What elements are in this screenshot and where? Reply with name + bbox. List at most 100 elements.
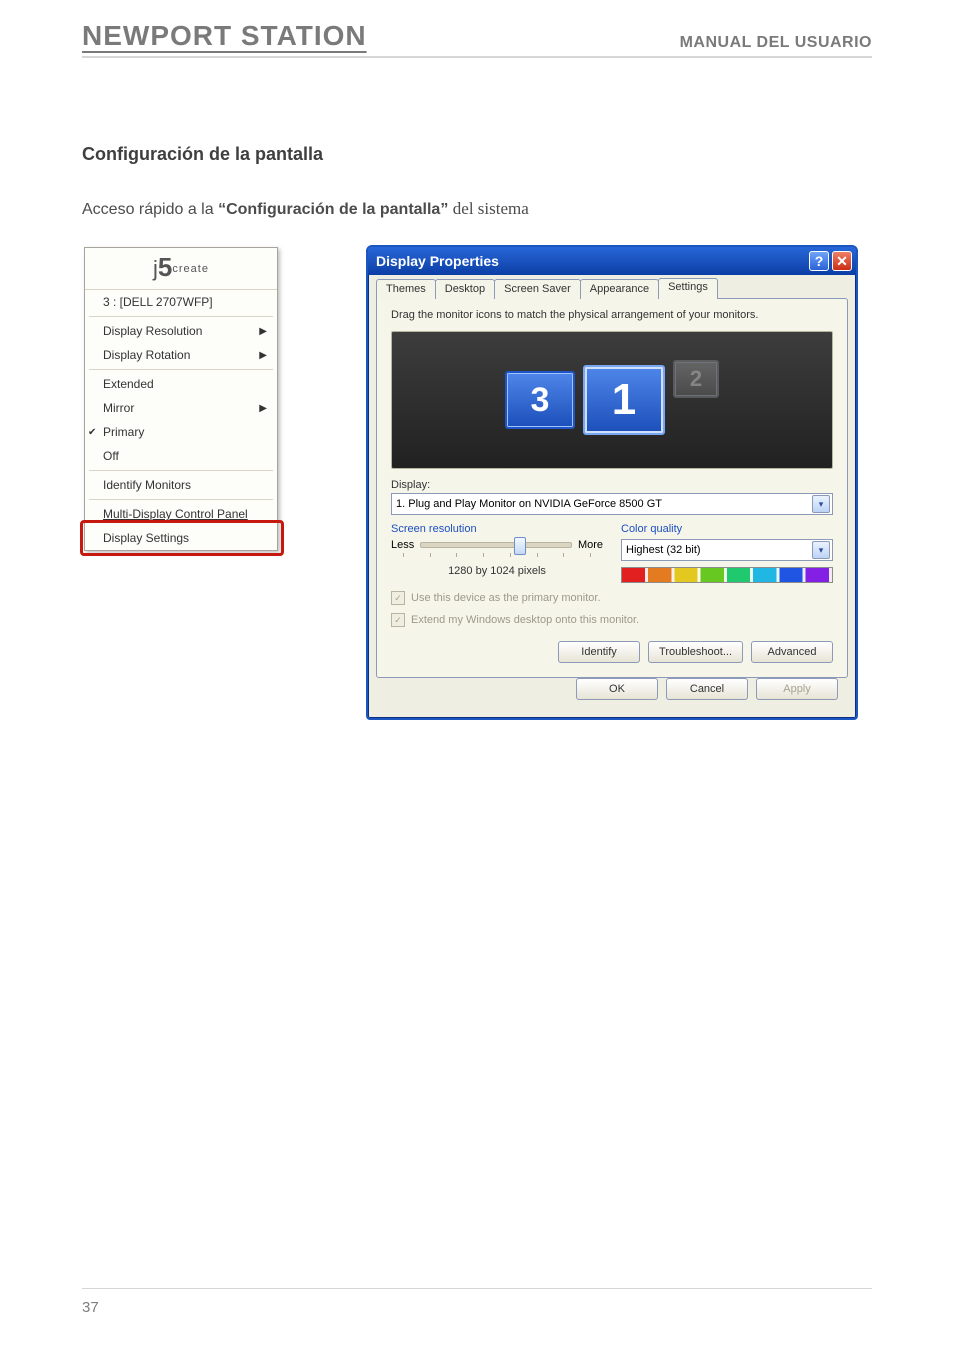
- button-label: Apply: [783, 683, 811, 695]
- color-quality-preview: [621, 567, 833, 583]
- brand-small: create: [172, 263, 209, 275]
- tab-themes[interactable]: Themes: [376, 279, 436, 299]
- menu-mirror[interactable]: Mirror ▶: [85, 396, 277, 420]
- monitor-number: 1: [612, 375, 636, 425]
- resolution-slider[interactable]: [420, 542, 572, 548]
- tab-strip: Themes Desktop Screen Saver Appearance S…: [376, 279, 848, 299]
- color-quality-value: Highest (32 bit): [626, 544, 701, 556]
- menu-item-label: Primary: [103, 425, 144, 439]
- tab-label: Settings: [668, 281, 708, 293]
- extend-desktop-checkbox-label: Extend my Windows desktop onto this moni…: [411, 614, 639, 626]
- resolution-slider-row: Less More: [391, 539, 603, 551]
- menu-identify-monitors[interactable]: Identify Monitors: [85, 473, 277, 497]
- button-label: Advanced: [768, 646, 817, 658]
- intro-pre: Acceso rápido a la: [82, 201, 218, 218]
- menu-item-label: Display Rotation: [103, 348, 190, 362]
- tab-label: Screen Saver: [504, 283, 571, 295]
- dialog-titlebar[interactable]: Display Properties ? ✕: [368, 247, 856, 275]
- extend-desktop-checkbox-row: ✓ Extend my Windows desktop onto this mo…: [391, 613, 833, 627]
- menu-display-rotation[interactable]: Display Rotation ▶: [85, 343, 277, 367]
- menu-item-label: Off: [103, 449, 119, 463]
- tab-screen-saver[interactable]: Screen Saver: [494, 279, 581, 299]
- tab-desktop[interactable]: Desktop: [435, 279, 495, 299]
- display-dropdown[interactable]: 1. Plug and Play Monitor on NVIDIA GeFor…: [391, 493, 833, 515]
- menu-separator: [89, 499, 273, 500]
- intro-tail: del sistema: [453, 199, 529, 218]
- extend-desktop-checkbox[interactable]: ✓: [391, 613, 405, 627]
- color-quality-dropdown[interactable]: Highest (32 bit) ▾: [621, 539, 833, 561]
- section-heading: Configuración de la pantalla: [82, 144, 872, 165]
- slider-more-label: More: [578, 539, 603, 551]
- close-icon: ✕: [836, 253, 848, 270]
- menu-multi-display-control-panel[interactable]: Multi-Display Control Panel: [85, 502, 277, 526]
- display-label: Display:: [391, 479, 833, 491]
- submenu-arrow-icon: ▶: [259, 350, 267, 361]
- menu-item-label: Mirror: [103, 401, 134, 415]
- slider-ticks: [403, 553, 591, 557]
- resolution-value: 1280 by 1024 pixels: [391, 565, 603, 577]
- cancel-button[interactable]: Cancel: [666, 678, 748, 700]
- tab-appearance[interactable]: Appearance: [580, 279, 659, 299]
- menu-separator: [89, 369, 273, 370]
- menu-primary[interactable]: Primary: [85, 420, 277, 444]
- resolution-quality-row: Screen resolution Less More: [391, 523, 833, 583]
- titlebar-buttons: ? ✕: [809, 251, 852, 271]
- ok-button[interactable]: OK: [576, 678, 658, 700]
- running-header: NEWPORT STATION MANUAL DEL USUARIO: [82, 20, 872, 58]
- slider-thumb[interactable]: [514, 537, 526, 555]
- button-label: Troubleshoot...: [659, 646, 732, 658]
- tab-label: Desktop: [445, 283, 485, 295]
- close-button[interactable]: ✕: [832, 251, 852, 271]
- primary-monitor-checkbox[interactable]: ✓: [391, 591, 405, 605]
- context-menu-figure: j5create 3 : [DELL 2707WFP] Display Reso…: [82, 245, 280, 553]
- monitor-1-icon[interactable]: 1: [583, 365, 665, 435]
- screen-resolution-title: Screen resolution: [391, 523, 603, 535]
- chevron-down-icon: ▾: [812, 495, 830, 513]
- color-quality-title: Color quality: [621, 523, 833, 535]
- settings-panel: Drag the monitor icons to match the phys…: [376, 298, 848, 678]
- menu-display-resolution[interactable]: Display Resolution ▶: [85, 319, 277, 343]
- menu-separator: [89, 470, 273, 471]
- monitor-3-icon[interactable]: 3: [505, 371, 575, 429]
- menu-extended[interactable]: Extended: [85, 372, 277, 396]
- menu-item-label: Display Settings: [103, 531, 189, 545]
- menu-off[interactable]: Off: [85, 444, 277, 468]
- apply-button[interactable]: Apply: [756, 678, 838, 700]
- dialog-body: Themes Desktop Screen Saver Appearance S…: [368, 275, 856, 718]
- dialog-title-text: Display Properties: [376, 253, 499, 269]
- help-button[interactable]: ?: [809, 251, 829, 271]
- tab-label: Themes: [386, 283, 426, 295]
- button-label: Identify: [581, 646, 616, 658]
- button-label: OK: [609, 683, 625, 695]
- menu-monitor-id[interactable]: 3 : [DELL 2707WFP]: [85, 290, 277, 314]
- menu-item-label: Multi-Display Control Panel: [103, 507, 248, 521]
- page-footer: 37: [82, 1288, 872, 1316]
- display-properties-dialog: Display Properties ? ✕ Themes Desktop Sc…: [366, 245, 858, 720]
- button-label: Cancel: [690, 683, 724, 695]
- menu-separator: [89, 316, 273, 317]
- chevron-down-icon: ▾: [812, 541, 830, 559]
- identify-button[interactable]: Identify: [558, 641, 640, 663]
- brand-5: 5: [158, 252, 172, 282]
- screen-resolution-group: Screen resolution Less More: [391, 523, 603, 583]
- context-menu: j5create 3 : [DELL 2707WFP] Display Reso…: [84, 247, 278, 551]
- troubleshoot-button[interactable]: Troubleshoot...: [648, 641, 743, 663]
- monitor-number: 3: [531, 381, 550, 420]
- panel-button-row: Identify Troubleshoot... Advanced: [391, 641, 833, 663]
- slider-less-label: Less: [391, 539, 414, 551]
- submenu-arrow-icon: ▶: [259, 403, 267, 414]
- primary-monitor-checkbox-label: Use this device as the primary monitor.: [411, 592, 601, 604]
- monitor-arrangement-area[interactable]: 3 1 2: [391, 331, 833, 469]
- help-icon: ?: [815, 253, 824, 269]
- advanced-button[interactable]: Advanced: [751, 641, 833, 663]
- menu-item-label: Identify Monitors: [103, 478, 191, 492]
- color-quality-group: Color quality Highest (32 bit) ▾: [621, 523, 833, 583]
- submenu-arrow-icon: ▶: [259, 326, 267, 337]
- monitor-2-icon[interactable]: 2: [673, 360, 719, 398]
- menu-item-label: Display Resolution: [103, 324, 202, 338]
- header-left: NEWPORT STATION: [82, 20, 367, 52]
- menu-display-settings[interactable]: Display Settings: [85, 526, 277, 550]
- drag-instruction: Drag the monitor icons to match the phys…: [391, 309, 833, 321]
- menu-monitor-id-label: 3 : [DELL 2707WFP]: [103, 295, 213, 309]
- tab-settings[interactable]: Settings: [658, 278, 718, 299]
